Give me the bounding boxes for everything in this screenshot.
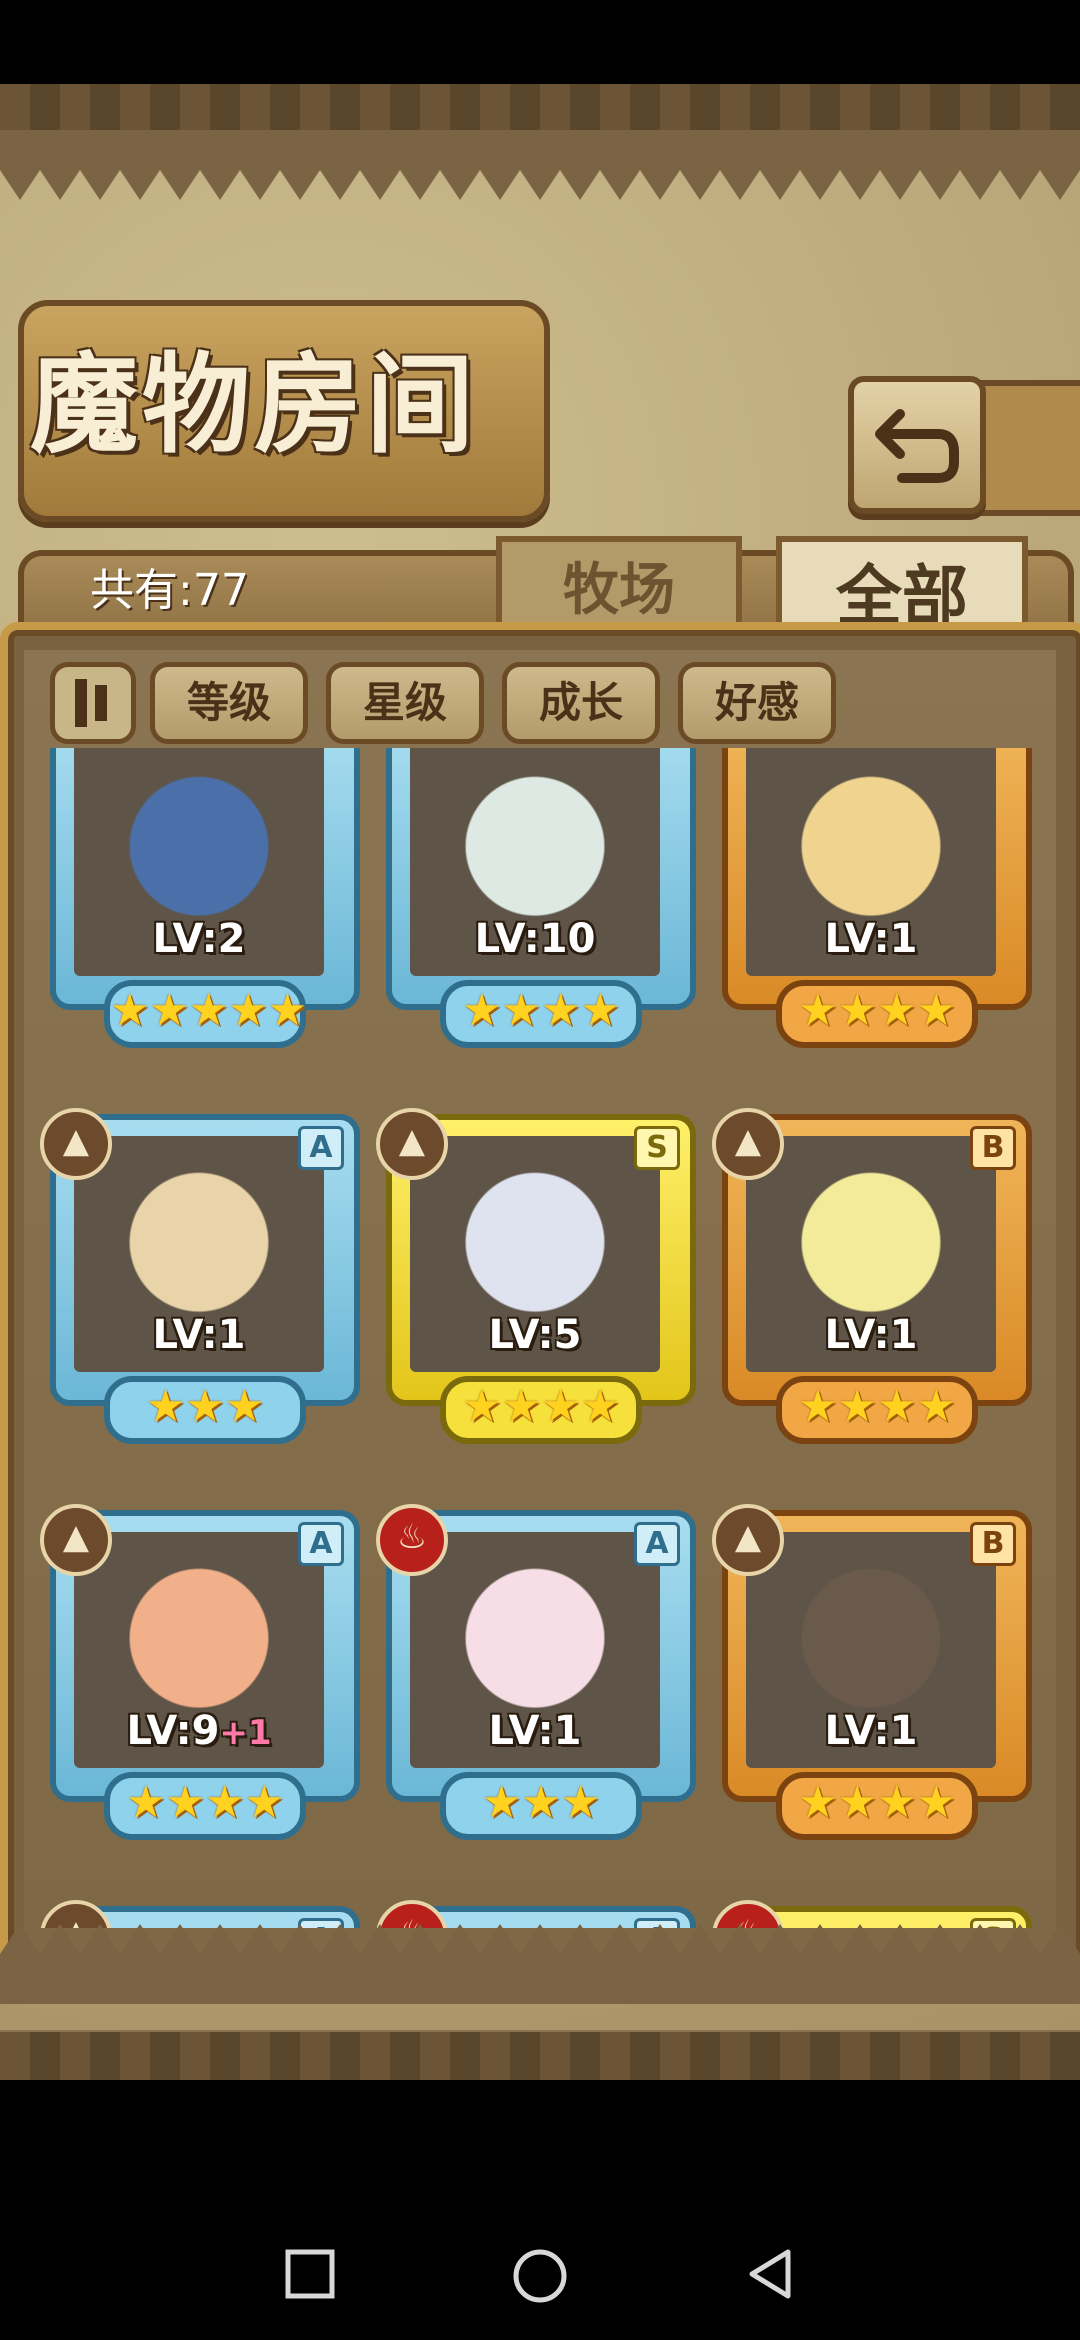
bottom-border [0, 2032, 1080, 2080]
level-text: LV:1 [824, 1708, 918, 1754]
monster-card[interactable]: LV:1 ★★★ ♨ A [376, 1504, 696, 1840]
level-text: LV:1 [824, 916, 918, 962]
monster-card[interactable]: LV:1 ★★★★ ▲ B [712, 1108, 1032, 1444]
game-screen: 魔物房间 共有:77 牧场 全部 等级 星级 成长 好感 LV:2 ★★★★★ LV… [0, 84, 1080, 2080]
filter-level-button[interactable]: 等级 [150, 662, 308, 744]
rank-badge: B [970, 1126, 1016, 1170]
earth-element-icon: ▲ [376, 1108, 448, 1180]
monster-card[interactable]: LV:9+1 ★★★★ ▲ A [40, 1504, 360, 1840]
square-icon[interactable] [282, 2246, 338, 2302]
top-border [0, 84, 1080, 130]
level-text: LV:9 [126, 1708, 220, 1754]
earth-element-icon: ▲ [712, 1108, 784, 1180]
star-rating: ★★★★ [440, 1376, 642, 1444]
filter-star-button[interactable]: 星级 [326, 662, 484, 744]
filter-affection-button[interactable]: 好感 [678, 662, 836, 744]
monster-level: LV:1 [722, 916, 1020, 962]
star-rating: ★★★ [440, 1772, 642, 1840]
monster-card[interactable]: LV:5 ★★★★ ▲ S [376, 1108, 696, 1444]
monster-grid: LV:2 ★★★★★ LV:10 ★★★★ LV:1 ★★★★ LV:1 ★★★ ▲ A LV:5 ★… [24, 748, 1056, 1928]
level-text: LV:5 [488, 1312, 582, 1358]
rank-badge: B [970, 1522, 1016, 1566]
page-title: 魔物房间 [30, 342, 479, 468]
level-text: LV:1 [824, 1312, 918, 1358]
star-rating: ★★★★★ [104, 980, 307, 1048]
rank-badge: S [634, 1126, 680, 1170]
star-rating: ★★★★ [776, 980, 978, 1048]
star-rating: ★★★★ [776, 1376, 978, 1444]
return-arrow-icon [875, 409, 959, 483]
zigzag-top-edge [0, 130, 1080, 200]
monster-card[interactable]: LV:1 ★★★ ▲ A [40, 1108, 360, 1444]
sort-toggle-button[interactable] [50, 662, 136, 744]
sort-toggle-icon [75, 679, 87, 727]
monster-card[interactable]: LV:1 ★★★★ ▲ B [712, 1504, 1032, 1840]
star-rating: ★★★★ [776, 1772, 978, 1840]
monster-level: LV:1 [386, 1708, 684, 1754]
monster-level: LV:1 [722, 1312, 1020, 1358]
monster-level: LV:5 [386, 1312, 684, 1358]
monster-card[interactable]: LV:10 ★★★★ [386, 748, 696, 1048]
level-text: LV:2 [152, 916, 246, 962]
monster-level: LV:10 [386, 916, 684, 962]
earth-element-icon: ▲ [40, 1504, 112, 1576]
monster-card[interactable]: LV:2 ★★★★★ [50, 748, 360, 1048]
zigzag-bottom-edge [0, 1924, 1080, 2004]
back-button[interactable] [848, 376, 986, 514]
monster-count: 共有:77 [90, 565, 249, 616]
level-text: LV:1 [152, 1312, 246, 1358]
rank-badge: A [298, 1126, 344, 1170]
star-rating: ★★★★ [104, 1772, 306, 1840]
level-text: LV:1 [488, 1708, 582, 1754]
triangle-back-icon[interactable] [742, 2246, 798, 2302]
filter-growth-button[interactable]: 成长 [502, 662, 660, 744]
monster-card[interactable]: LV:1 ★★★★ [722, 748, 1032, 1048]
earth-element-icon: ▲ [40, 1108, 112, 1180]
monster-level: LV:9+1 [50, 1708, 348, 1754]
monster-level: LV:1 [50, 1312, 348, 1358]
level-text: LV:10 [474, 916, 596, 962]
fire-element-icon: ♨ [376, 1504, 448, 1576]
circle-icon[interactable] [510, 2246, 570, 2306]
rank-badge: A [298, 1522, 344, 1566]
rank-badge: A [634, 1522, 680, 1566]
star-rating: ★★★★ [440, 980, 642, 1048]
earth-element-icon: ▲ [712, 1504, 784, 1576]
star-rating: ★★★ [104, 1376, 306, 1444]
monster-level: LV:1 [722, 1708, 1020, 1754]
monster-level: LV:2 [50, 916, 348, 962]
level-bonus: +1 [219, 1713, 272, 1753]
